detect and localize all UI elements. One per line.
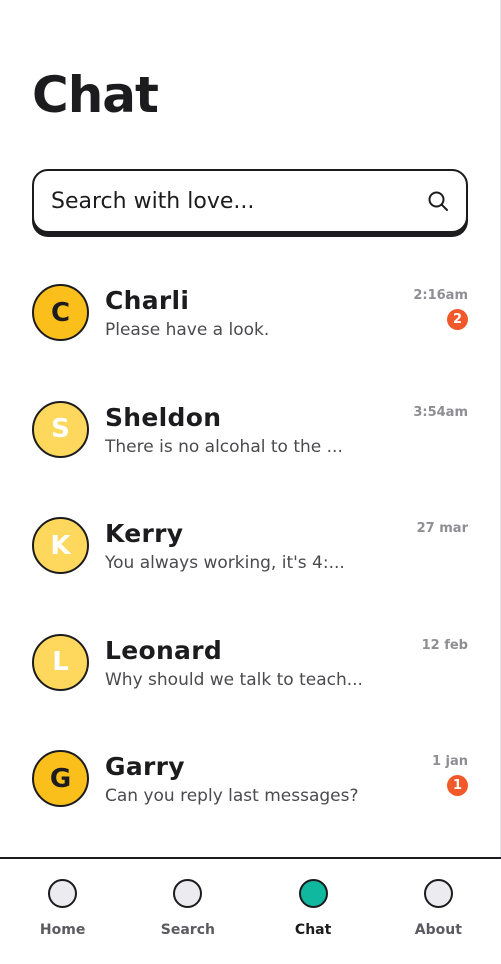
- search-tab-icon[interactable]: [173, 879, 203, 908]
- timestamp: 12 feb: [421, 637, 468, 653]
- chat-item-leonard[interactable]: L Leonard Why should we talk to teach...…: [32, 600, 468, 717]
- timestamp: 1 jan: [431, 754, 468, 769]
- avatar: C: [32, 284, 89, 341]
- tab-home[interactable]: Home: [0, 859, 125, 964]
- chat-item-kerry[interactable]: K Kerry You always working, it's 4:... 2…: [32, 483, 468, 600]
- message-preview: There is no alcohal to the ...: [105, 436, 343, 457]
- chat-item-garry[interactable]: G Garry Can you reply last messages? 1 j…: [32, 716, 468, 833]
- tab-label: Home: [39, 922, 86, 938]
- contact-name: Garry: [105, 752, 185, 781]
- chat-item-charli[interactable]: C Charli Please have a look. 2:16am 2: [32, 250, 468, 367]
- page-title: Chat: [32, 66, 159, 124]
- tab-chat[interactable]: Chat: [251, 859, 376, 964]
- message-preview: Why should we talk to teach...: [105, 669, 363, 690]
- message-preview: You always working, it's 4:...: [105, 553, 345, 573]
- contact-name: Leonard: [105, 635, 223, 665]
- chat-item-sheldon[interactable]: S Sheldon There is no alcohal to the ...…: [32, 367, 468, 484]
- unread-badge: 2: [447, 309, 468, 330]
- timestamp: 27 mar: [416, 521, 468, 536]
- home-icon[interactable]: [48, 879, 78, 908]
- avatar: G: [32, 750, 89, 807]
- search-input[interactable]: [51, 188, 426, 214]
- bottom-tab-bar: Home Search Chat About: [0, 857, 501, 964]
- about-icon[interactable]: [423, 879, 453, 908]
- tab-label: About: [414, 922, 462, 938]
- avatar: S: [32, 400, 89, 458]
- timestamp: 3:54am: [413, 404, 468, 420]
- search-icon[interactable]: [426, 189, 450, 213]
- message-preview: Please have a look.: [105, 320, 270, 340]
- chat-list: C Charli Please have a look. 2:16am 2 S …: [32, 250, 468, 833]
- message-preview: Can you reply last messages?: [105, 786, 359, 806]
- timestamp: 2:16am: [413, 288, 468, 303]
- search-box[interactable]: [32, 169, 468, 233]
- search-bar: [32, 169, 468, 237]
- avatar: L: [32, 633, 89, 691]
- chat-icon[interactable]: [298, 879, 328, 908]
- avatar: K: [32, 517, 89, 574]
- tab-label: Search: [160, 922, 215, 938]
- tab-about[interactable]: About: [376, 859, 501, 964]
- unread-badge: 1: [447, 775, 468, 796]
- tab-search[interactable]: Search: [125, 859, 250, 964]
- tab-label: Chat: [294, 922, 332, 938]
- contact-name: Kerry: [105, 519, 184, 548]
- contact-name: Charli: [105, 286, 190, 315]
- contact-name: Sheldon: [105, 402, 222, 432]
